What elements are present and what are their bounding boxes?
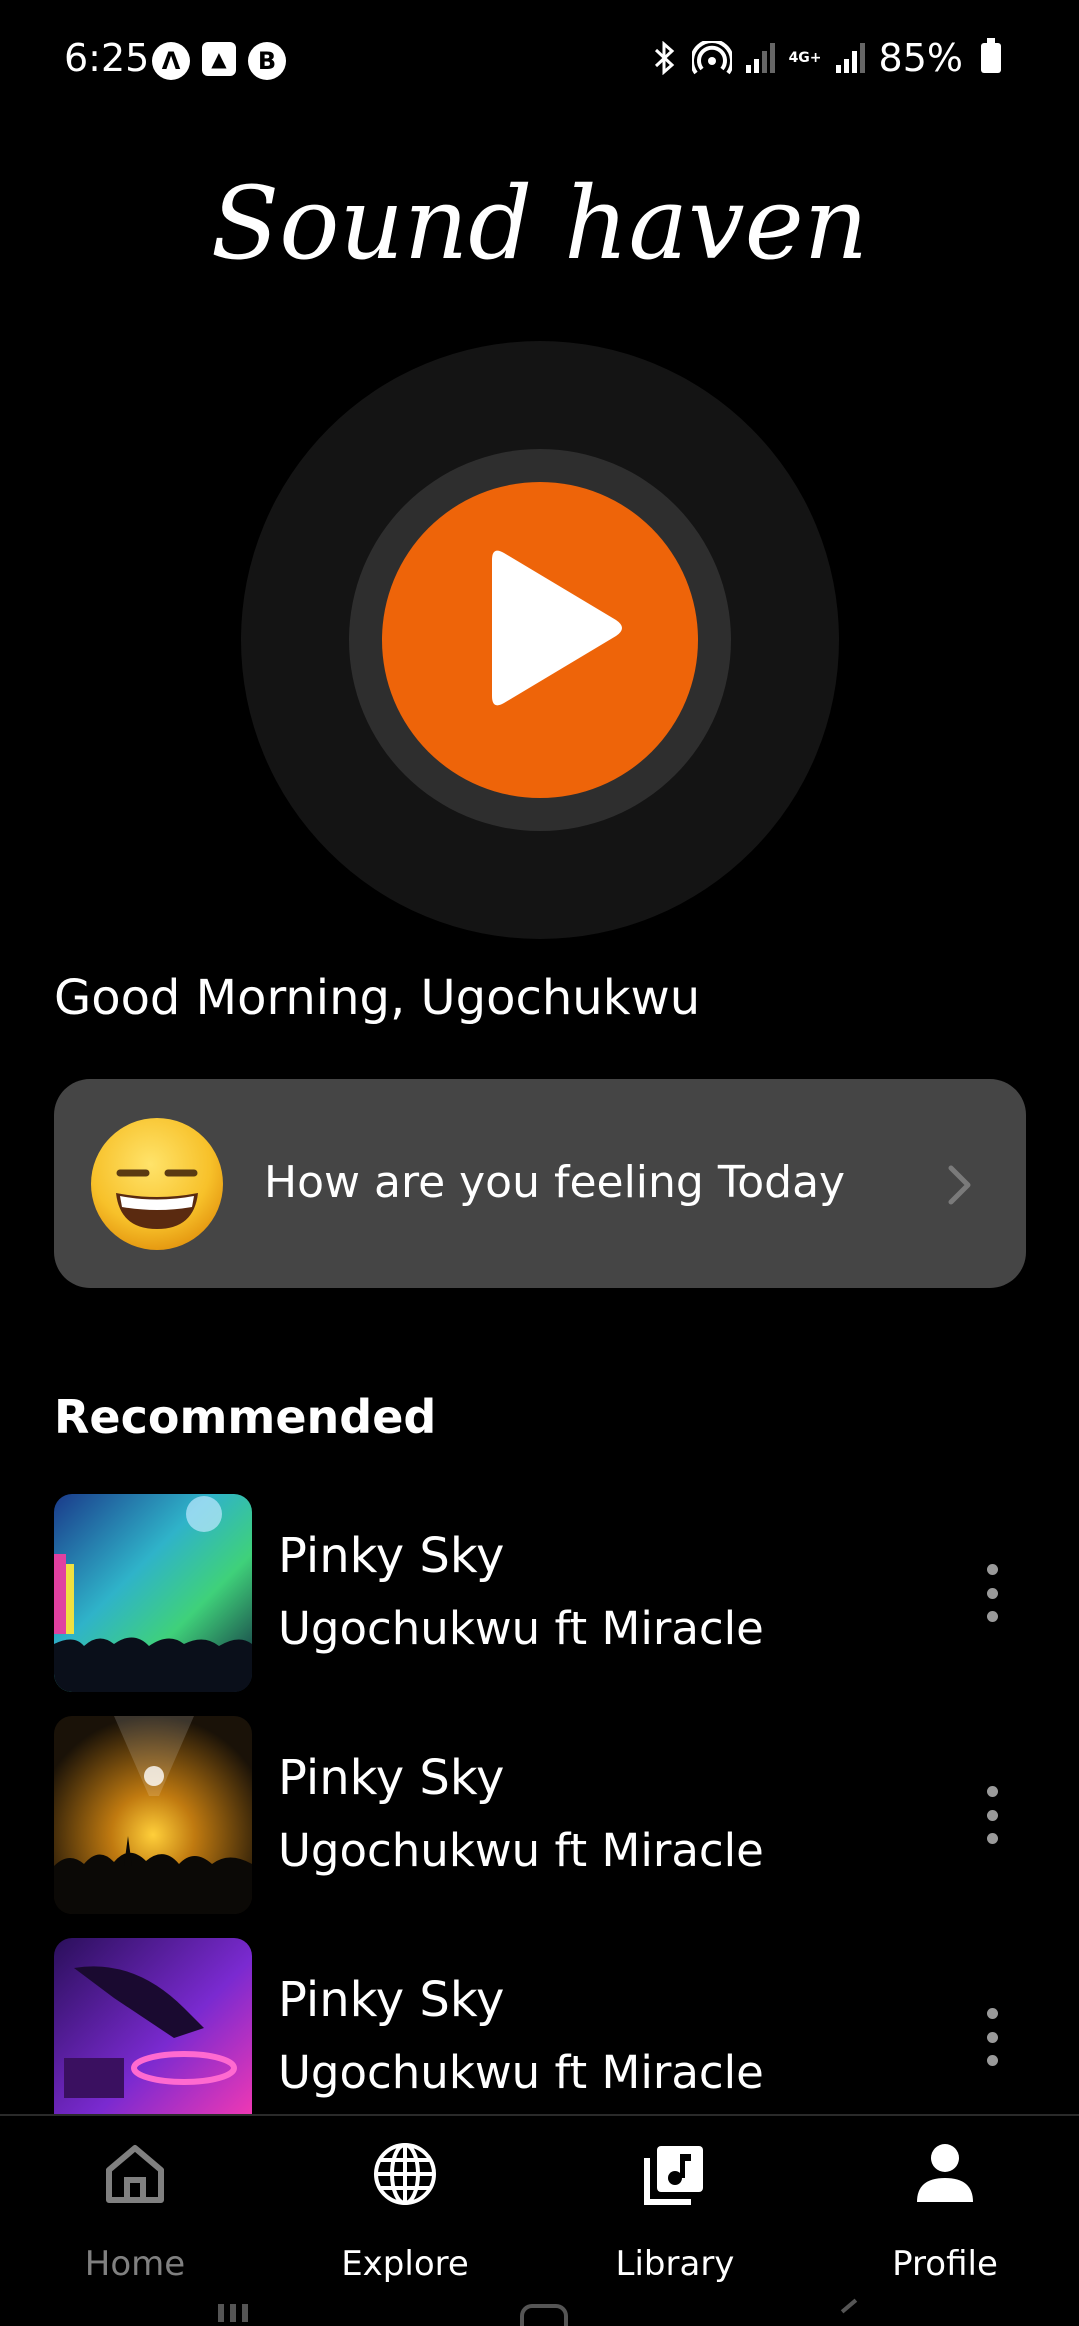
status-time: 6:25 bbox=[64, 36, 150, 80]
back-icon[interactable] bbox=[840, 2298, 858, 2314]
grinning-face-icon bbox=[91, 1118, 223, 1250]
nav-app-icon: Λ bbox=[152, 42, 190, 80]
app-title: Sound haven bbox=[210, 165, 869, 282]
bottom-navigation: Home Explore Library Profile bbox=[0, 2114, 1079, 2324]
network-type-label: 4G+ bbox=[788, 50, 822, 66]
song-thumbnail bbox=[54, 1716, 252, 1914]
song-title: Pinky Sky bbox=[278, 1528, 505, 1584]
nav-home-label: Home bbox=[84, 2244, 186, 2284]
b-app-icon: B bbox=[248, 42, 286, 80]
signal-icon-1 bbox=[745, 43, 775, 73]
song-artist: Ugochukwu ft Miracle bbox=[278, 1824, 764, 1877]
bluetooth-icon bbox=[654, 41, 674, 75]
status-notification-icons: Λ ▲ B bbox=[152, 42, 286, 80]
nav-profile-label: Profile bbox=[892, 2244, 998, 2284]
play-button[interactable] bbox=[382, 482, 698, 798]
nav-home[interactable]: Home bbox=[35, 2140, 235, 2290]
list-item[interactable]: Pinky Sky Ugochukwu ft Miracle bbox=[0, 1716, 1079, 1914]
song-artist: Ugochukwu ft Miracle bbox=[278, 2046, 764, 2099]
mood-prompt: How are you feeling Today bbox=[264, 1157, 846, 1208]
song-thumbnail bbox=[54, 1938, 252, 2114]
hotspot-icon bbox=[691, 41, 732, 75]
globe-icon bbox=[374, 2143, 436, 2205]
gallery-icon: ▲ bbox=[202, 42, 236, 76]
list-item[interactable]: Pinky Sky Ugochukwu ft Miracle bbox=[0, 1938, 1079, 2114]
more-options-button[interactable] bbox=[966, 1558, 1018, 1628]
song-artist: Ugochukwu ft Miracle bbox=[278, 1602, 764, 1655]
status-system-icons: 4G+ 85% bbox=[652, 36, 1001, 80]
chevron-right-icon bbox=[948, 1165, 971, 1205]
system-navigation-bar bbox=[0, 2298, 1079, 2326]
nav-explore[interactable]: Explore bbox=[305, 2140, 505, 2290]
nav-explore-label: Explore bbox=[341, 2244, 469, 2284]
home-icon bbox=[106, 2145, 164, 2203]
greeting-text: Good Morning, Ugochukwu bbox=[54, 970, 701, 1026]
song-thumbnail bbox=[54, 1494, 252, 1692]
more-options-button[interactable] bbox=[966, 1780, 1018, 1850]
recommended-list: Pinky Sky Ugochukwu ft Miracle Pinky Sky… bbox=[0, 1494, 1079, 2114]
status-bar: 6:25 Λ ▲ B 4G+ 85% bbox=[0, 0, 1079, 120]
library-music-icon bbox=[644, 2146, 703, 2205]
battery-percentage: 85% bbox=[878, 36, 963, 80]
recent-apps-icon[interactable] bbox=[218, 2304, 224, 2322]
recommended-heading: Recommended bbox=[54, 1390, 437, 1444]
play-icon bbox=[492, 550, 622, 706]
home-pill-icon[interactable] bbox=[520, 2304, 568, 2326]
song-title: Pinky Sky bbox=[278, 1750, 505, 1806]
signal-icon-2 bbox=[835, 43, 865, 73]
mood-check-card[interactable]: How are you feeling Today bbox=[54, 1079, 1026, 1288]
battery-icon bbox=[981, 38, 1001, 73]
more-options-button[interactable] bbox=[966, 2002, 1018, 2072]
list-item[interactable]: Pinky Sky Ugochukwu ft Miracle bbox=[0, 1494, 1079, 1692]
nav-library[interactable]: Library bbox=[575, 2140, 775, 2290]
nav-profile[interactable]: Profile bbox=[845, 2140, 1045, 2290]
song-title: Pinky Sky bbox=[278, 1972, 505, 2028]
nav-library-label: Library bbox=[615, 2244, 735, 2284]
person-icon bbox=[917, 2144, 973, 2202]
